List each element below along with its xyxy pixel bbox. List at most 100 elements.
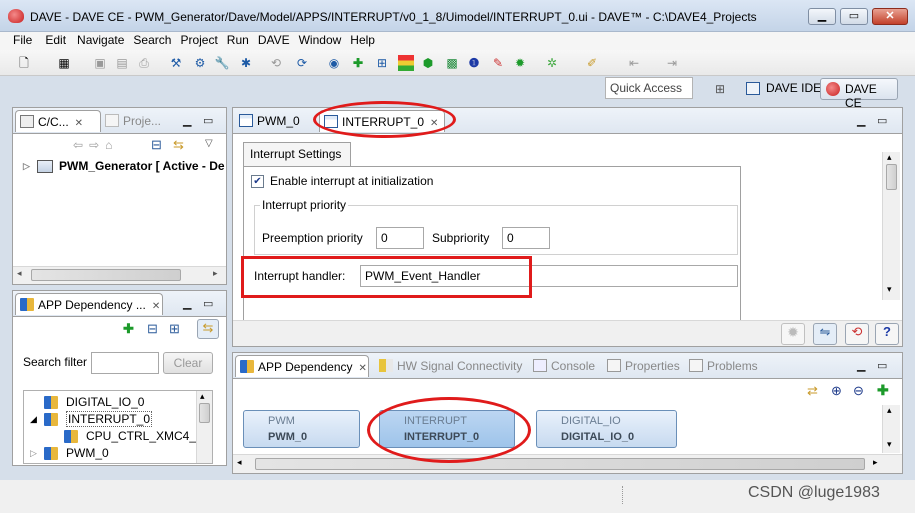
expand-icon[interactable]: ▷ [23,161,30,172]
horizontal-scrollbar[interactable]: ◂ ▸ [13,266,226,284]
enable-interrupt-checkbox[interactable]: ✔ [251,175,264,188]
scroll-thumb[interactable] [886,164,897,190]
open-perspective-icon[interactable]: ⊞ [712,81,728,97]
scroll-down-icon[interactable]: ▾ [887,284,892,295]
search-filter-input[interactable] [91,352,159,374]
dependency-box-pwm[interactable]: PWM PWM_0 [243,410,360,448]
debug-icon[interactable]: ⟲ [268,55,284,71]
menu-file[interactable]: File [0,32,39,47]
quick-access-input[interactable]: Quick Access [605,77,693,99]
menu-edit[interactable]: Edit [39,32,73,47]
scroll-up-icon[interactable]: ▴ [887,405,892,416]
tree-item-pwm[interactable]: ▷ PWM_0 [30,446,109,460]
tab-project[interactable]: Proje... [101,110,167,132]
collapse-all-icon[interactable]: ⊟ [151,137,162,153]
rebuild-icon[interactable]: ⚙ [192,55,208,71]
tab-app-dependency-left[interactable]: APP Dependency ... ✕ [15,293,163,315]
tab-console[interactable]: Console [529,355,601,377]
collapse-arrow-icon[interactable]: ◢ [30,414,37,425]
minimize-icon[interactable]: ▁ [183,297,191,310]
subpriority-input[interactable]: 0 [502,227,550,249]
collapse-icon[interactable]: ⊟ [147,321,158,337]
layout-icon[interactable]: ⇄ [807,383,818,399]
minimize-icon[interactable]: ▁ [183,114,191,127]
menu-help[interactable]: Help [348,32,382,47]
scroll-thumb[interactable] [255,458,865,470]
perspective-dave-ce[interactable]: DAVE CE [820,78,898,110]
maximize-icon[interactable]: ▭ [877,114,887,127]
scroll-down-icon[interactable]: ▾ [887,439,892,450]
scroll-left-icon[interactable]: ◂ [17,268,22,279]
add-icon[interactable]: ✚ [877,382,889,399]
add-icon[interactable]: ✚ [123,321,134,337]
nav-forward-icon[interactable]: ⇥ [664,55,680,71]
close-icon[interactable]: ✕ [359,363,367,374]
menu-dave[interactable]: DAVE [256,32,297,47]
new-file-icon[interactable]: 🗋 [16,55,32,71]
maximize-icon[interactable]: ▭ [203,297,213,310]
forward-icon[interactable]: ⇨ [89,138,105,152]
preemption-priority-input[interactable]: 0 [376,227,424,249]
graph-icon[interactable]: ⬢ [420,55,436,71]
scroll-thumb[interactable] [31,269,181,281]
editor-vertical-scrollbar[interactable]: ▴ ▾ [882,152,900,300]
menu-search[interactable]: Search [131,32,178,47]
nav-back-icon[interactable]: ⇤ [626,55,642,71]
tab-problems[interactable]: Problems [685,355,764,377]
tab-hw-signal[interactable]: HW Signal Connectivity [375,355,528,377]
tree-vertical-scrollbar[interactable]: ▴ [196,391,212,463]
tree-item-digital-io[interactable]: DIGITAL_IO_0 [44,395,144,409]
connect-icon[interactable]: ⇋ [813,323,837,345]
print-icon[interactable]: ⎙ [136,55,152,71]
reset-icon[interactable]: ⟲ [845,323,869,345]
maximize-button[interactable]: ▭ [840,8,868,25]
scroll-right-icon[interactable]: ▸ [213,268,218,279]
zoom-in-icon[interactable]: ⊕ [831,383,842,399]
gear-green-icon[interactable]: ✹ [512,55,528,71]
tree-item-cpu-ctrl[interactable]: CPU_CTRL_XMC4_0 [64,429,203,443]
clear-button[interactable]: Clear [163,352,213,374]
edit-icon[interactable]: ✎ [490,55,506,71]
minimize-icon[interactable]: ▁ [857,359,865,372]
tab-cc-projects[interactable]: C/C... ✕ [15,110,101,132]
menu-run[interactable]: Run [225,32,256,47]
home-icon[interactable]: ⌂ [105,138,118,152]
build-icon[interactable]: ⚒ [168,55,184,71]
board-icon[interactable]: ▩ [444,55,460,71]
tab-pwm-0[interactable]: PWM_0 [235,110,313,132]
zoom-out-icon[interactable]: ⊖ [853,383,864,399]
perspective-dave-ide[interactable]: DAVE IDE [742,78,825,100]
minimize-button[interactable]: ▁ [808,8,836,25]
close-icon[interactable]: ✕ [152,301,160,312]
scroll-thumb[interactable] [199,403,210,423]
close-button[interactable]: ✕ [872,8,908,25]
back-icon[interactable]: ⇦ [73,138,89,152]
pin-icon[interactable]: ✐ [584,55,600,71]
link-icon[interactable]: ⇆ [197,319,219,339]
settings-icon[interactable]: ✱ [238,55,254,71]
menu-window[interactable]: Window [297,32,349,47]
panel-horizontal-scrollbar[interactable]: ◂ ▸ [233,454,902,473]
maximize-icon[interactable]: ▭ [877,359,887,372]
scroll-right-icon[interactable]: ▸ [873,457,878,468]
info-icon[interactable]: ❶ [466,55,482,71]
manual-pin-icon[interactable]: ⊞ [374,55,390,71]
tab-properties[interactable]: Properties [603,355,686,377]
bug-icon[interactable]: ✲ [544,55,560,71]
link-editor-icon[interactable]: ⇆ [173,137,184,153]
scroll-up-icon[interactable]: ▴ [200,391,205,402]
help-icon[interactable]: ? [875,323,899,345]
scroll-left-icon[interactable]: ◂ [237,457,242,468]
minimize-icon[interactable]: ▁ [857,114,865,127]
expand-icon[interactable]: ▷ [30,448,37,459]
tab-interrupt-settings[interactable]: Interrupt Settings [243,142,351,166]
generate-icon[interactable] [398,55,414,71]
menu-project[interactable]: Project [178,32,224,47]
maximize-icon[interactable]: ▭ [203,114,213,127]
gear-disabled-icon[interactable]: ✹ [781,323,805,345]
tab-app-dependency[interactable]: APP Dependency ✕ [235,355,369,377]
save-all-icon[interactable]: ▤ [114,55,130,71]
view-menu-icon[interactable]: ▽ [205,138,213,149]
chip-icon[interactable]: ◉ [326,55,342,71]
expand-all-icon[interactable]: ⊞ [169,321,180,337]
